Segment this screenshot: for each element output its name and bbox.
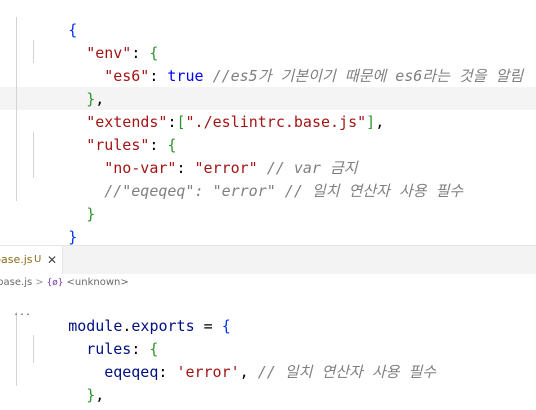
open-brace: { bbox=[221, 317, 231, 335]
assign-operator: = bbox=[194, 317, 222, 335]
top-editor-pane[interactable]: { "env": { "es6": true //es5가 기본이기 때문에 e… bbox=[0, 0, 536, 246]
comment: //"eqeqeq" bbox=[104, 182, 195, 200]
code-line-b1: module.exports = { bbox=[14, 292, 231, 335]
close-icon[interactable]: ✕ bbox=[47, 246, 57, 274]
close-bracket: ] bbox=[366, 113, 376, 131]
code-line-3: "es6": true //es5가 기본이기 때문에 es6라는 것을 알림 bbox=[50, 42, 523, 85]
colon: : bbox=[149, 67, 168, 85]
tab-label: base.js bbox=[0, 253, 33, 266]
code-line-b4: }, bbox=[32, 361, 104, 404]
breadcrumb: .base.js>{ø}<unknown> bbox=[0, 274, 536, 292]
comment: //es5가 기본이기 때문에 es6라는 것을 알림 bbox=[212, 67, 524, 85]
code-line-1: { bbox=[14, 0, 77, 39]
string-value: "./eslintrc.base.js" bbox=[185, 113, 367, 131]
code-line-b3: eqeqeq: 'error', // 일치 연산자 사용 필수 bbox=[50, 338, 436, 381]
editor-tab-bar: base.js U ✕ bbox=[0, 245, 536, 274]
fold-dots-icon: ... bbox=[13, 307, 32, 318]
code-line-7: "no-var": "error" // var 금지 bbox=[50, 134, 357, 177]
close-brace: } bbox=[86, 386, 96, 404]
close-brace: } bbox=[86, 205, 96, 223]
code-line-4: }, bbox=[32, 65, 104, 108]
bottom-editor-pane[interactable]: module.exports = { ... rules: { eqeqeq: … bbox=[0, 292, 536, 410]
editor-window: { "env": { "es6": true //es5가 기본이기 때문에 e… bbox=[0, 0, 536, 410]
breadcrumb-symbol[interactable]: <unknown> bbox=[67, 277, 129, 288]
comment: // 일치 연산자 사용 필수 bbox=[275, 182, 464, 200]
comment: : bbox=[194, 182, 213, 200]
breadcrumb-file[interactable]: .base.js bbox=[0, 277, 32, 288]
comma: , bbox=[375, 113, 385, 131]
code-line-10: } bbox=[14, 203, 77, 246]
code-line-b5: }; bbox=[14, 384, 86, 410]
comma: , bbox=[95, 386, 105, 404]
code-line-5: "extends":["./eslintrc.base.js"], bbox=[32, 88, 384, 131]
comment: "error" bbox=[212, 182, 276, 200]
string-value: 'error' bbox=[176, 363, 240, 381]
property-eqeqeq: eqeqeq bbox=[104, 363, 159, 381]
code-line-2: "env": { bbox=[32, 19, 158, 62]
code-line-8: //"eqeqeq": "error" // 일치 연산자 사용 필수 bbox=[50, 157, 463, 200]
chevron-right-icon: > bbox=[35, 277, 44, 288]
tab-base-js[interactable]: base.js U ✕ bbox=[0, 246, 63, 274]
comma: , bbox=[239, 363, 249, 381]
variable-symbol-icon: {ø} bbox=[46, 278, 64, 288]
comment: // 일치 연산자 사용 필수 bbox=[248, 363, 437, 381]
open-bracket: [ bbox=[176, 113, 186, 131]
bool-value: true bbox=[167, 67, 204, 85]
untracked-badge: U bbox=[34, 254, 42, 265]
close-brace: } bbox=[68, 228, 78, 246]
colon: : bbox=[158, 363, 177, 381]
code-line-b2: rules: { bbox=[32, 315, 158, 358]
json-key-es6: "es6" bbox=[104, 67, 150, 85]
code-line-6: "rules": { bbox=[32, 111, 176, 154]
code-line-9: } bbox=[32, 180, 95, 223]
